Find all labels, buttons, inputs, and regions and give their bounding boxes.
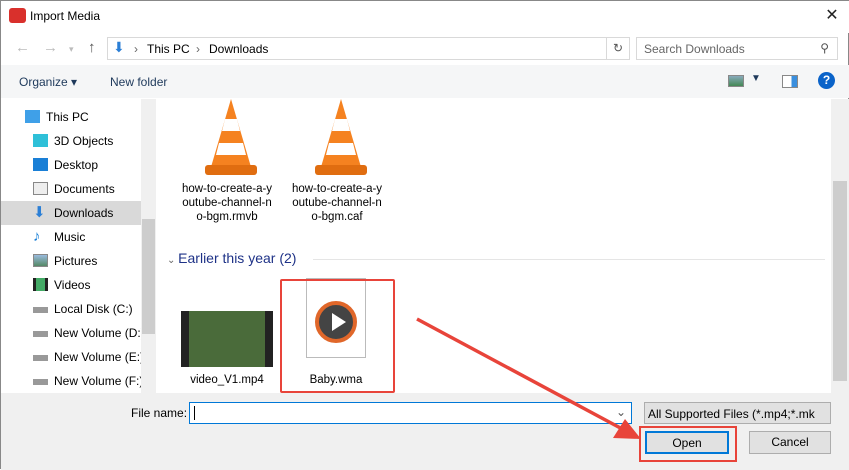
annotation-arrow [416,317,641,439]
